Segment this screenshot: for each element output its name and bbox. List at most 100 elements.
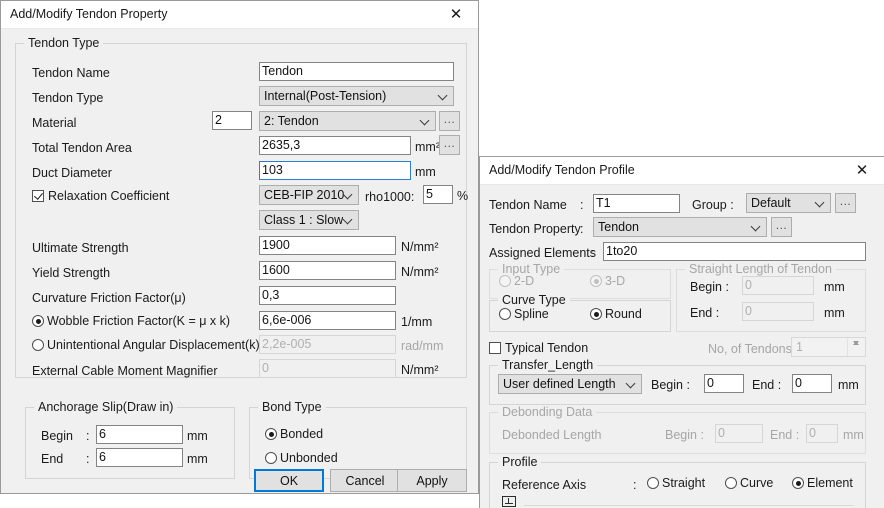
transfer-length-mode-value: User defined Length (503, 377, 616, 391)
debonding-begin-label: Begin : (665, 428, 704, 442)
tendon-property-dialog: Add/Modify Tendon Property ✕ Tendon Type… (0, 0, 479, 494)
tendon-profile-dialog: Add/Modify Tendon Profile ✕ Tendon Name … (479, 156, 884, 508)
tendon-profile-titlebar: Add/Modify Tendon Profile ✕ (480, 157, 884, 185)
yield-strength-label: Yield Strength (32, 266, 111, 280)
material-combo[interactable]: 2: Tendon (259, 111, 436, 131)
total-tendon-area-browse-button[interactable]: ... (439, 135, 460, 155)
anchorage-end-unit: mm (187, 452, 208, 466)
wobble-friction-unit: 1/mm (401, 315, 433, 329)
relaxation-coefficient-label: Relaxation Coefficient (48, 189, 170, 203)
anchorage-begin-colon: : (86, 429, 90, 443)
spinner-buttons (847, 338, 865, 356)
total-tendon-area-label: Total Tendon Area (32, 141, 132, 155)
ultimate-strength-input[interactable]: 1900 (259, 236, 396, 255)
no-of-tendons-spinner: 1 (791, 337, 866, 357)
anchorage-begin-label: Begin (41, 429, 73, 443)
input-type-3d-label: 3-D (605, 274, 626, 288)
debonding-data-group-legend: Debonding Data (498, 405, 597, 419)
tendon-type-combo[interactable]: Internal(Post-Tension) (259, 86, 454, 106)
spinner-down-icon (848, 338, 865, 347)
tendon-profile-body: Tendon Name : T1 Group : Default ... Ten… (480, 185, 884, 508)
profile-tendon-name-input[interactable]: T1 (593, 194, 680, 213)
duct-diameter-unit: mm (415, 165, 436, 179)
cancel-button[interactable]: Cancel (330, 469, 400, 492)
bond-type-group-legend: Bond Type (258, 400, 326, 414)
straight-length-end-unit: mm (824, 306, 845, 320)
debonding-unit: mm (843, 428, 864, 442)
tendon-type-label: Tendon Type (32, 91, 104, 105)
close-icon[interactable]: ✕ (434, 1, 478, 28)
straight-length-begin-unit: mm (824, 280, 845, 294)
tendon-name-input[interactable]: Tendon (259, 62, 454, 81)
ok-button[interactable]: OK (254, 469, 324, 492)
profile-group-label: Group : (692, 198, 734, 212)
apply-button[interactable]: Apply (397, 469, 467, 492)
transfer-length-unit: mm (838, 378, 859, 392)
assigned-elements-input[interactable]: 1to20 (603, 242, 866, 261)
unintentional-angular-unit: rad/mm (401, 339, 444, 353)
profile-tendon-property-combo[interactable]: Tendon (593, 217, 767, 237)
radio-circle (32, 339, 44, 351)
profile-tendon-property-colon: : (580, 222, 584, 236)
profile-separator (524, 505, 854, 506)
chevron-down-icon (344, 190, 352, 198)
chevron-down-icon (421, 116, 429, 124)
profile-tendon-property-label: Tendon Property (489, 222, 581, 236)
tendon-property-body: Tendon Type Tendon Name Tendon Tendon Ty… (1, 29, 478, 493)
relaxation-code-value: CEB-FIP 2010 (264, 188, 345, 202)
unintentional-angular-input: 2,2e-005 (259, 335, 396, 354)
chevron-down-icon (627, 379, 635, 387)
debonded-length-label: Debonded Length (502, 428, 602, 442)
wobble-friction-input[interactable]: 6,6e-006 (259, 311, 396, 330)
reference-axis-label: Reference Axis (502, 478, 587, 492)
tendon-property-title: Add/Modify Tendon Property (10, 7, 168, 21)
profile-group-browse-button[interactable]: ... (835, 193, 856, 213)
profile-group-legend: Profile (498, 455, 542, 469)
axis-icon[interactable] (502, 496, 516, 507)
chevron-down-icon (816, 198, 824, 206)
yield-strength-unit: N/mm² (401, 265, 439, 279)
material-combo-value: 2: Tendon (264, 114, 319, 128)
transfer-length-begin-input[interactable]: 0 (704, 374, 744, 393)
transfer-length-group-legend: Transfer_Length (498, 358, 598, 372)
transfer-length-mode-combo[interactable]: User defined Length (498, 374, 642, 394)
straight-length-group-legend: Straight Length of Tendon (685, 262, 836, 276)
material-browse-button[interactable]: ... (439, 111, 460, 131)
anchorage-begin-unit: mm (187, 429, 208, 443)
unintentional-angular-label: Unintentional Angular Displacement(k) (47, 338, 260, 352)
tendon-type-group-legend: Tendon Type (24, 36, 104, 50)
checkbox-box (32, 190, 44, 202)
debonding-begin-input: 0 (715, 424, 763, 443)
profile-group-value: Default (751, 196, 791, 210)
debonding-end-input: 0 (806, 424, 838, 443)
relaxation-code-combo[interactable]: CEB-FIP 2010 (259, 185, 359, 205)
curvature-friction-input[interactable]: 0,3 (259, 286, 396, 305)
transfer-length-end-input[interactable]: 0 (792, 374, 832, 393)
total-tendon-area-input[interactable]: 2635,3 (259, 136, 411, 155)
duct-diameter-input[interactable]: 103 (259, 161, 411, 180)
straight-length-end-input: 0 (742, 302, 814, 321)
yield-strength-input[interactable]: 1600 (259, 261, 396, 280)
relaxation-class-combo[interactable]: Class 1 : Slow (259, 210, 359, 230)
input-type-2d-label: 2-D (514, 274, 535, 288)
profile-tendon-property-value: Tendon (598, 220, 640, 234)
tendon-type-combo-value: Internal(Post-Tension) (264, 89, 387, 103)
tendon-profile-title: Add/Modify Tendon Profile (489, 163, 635, 177)
curve-type-spline-label: Spline (514, 307, 549, 321)
anchorage-begin-input[interactable]: 6 (96, 425, 183, 444)
profile-group-combo[interactable]: Default (746, 193, 831, 213)
total-tendon-area-unit: mm² (415, 140, 440, 154)
rho1000-label: rho1000: (365, 190, 415, 204)
rho1000-input[interactable]: 5 (423, 185, 453, 204)
profile-tendon-property-browse-button[interactable]: ... (771, 217, 792, 237)
assigned-elements-colon: : (591, 246, 595, 260)
ultimate-strength-label: Ultimate Strength (32, 241, 129, 255)
material-id-input[interactable]: 2 (212, 111, 252, 130)
straight-length-begin-label: Begin : (690, 280, 729, 294)
anchorage-end-input[interactable]: 6 (96, 448, 183, 467)
radio-circle (590, 275, 602, 287)
curvature-friction-label: Curvature Friction Factor(μ) (32, 291, 186, 305)
radio-circle (725, 477, 737, 489)
radio-circle (647, 477, 659, 489)
close-icon[interactable]: ✕ (840, 157, 884, 184)
